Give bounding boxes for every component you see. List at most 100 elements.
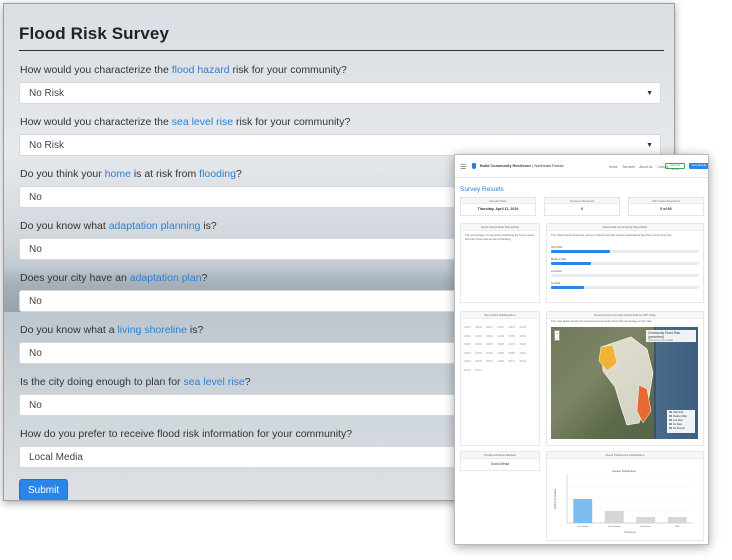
zip-code-item: 32086 xyxy=(497,351,504,355)
legend-title-text: Community Flood Risk (perceived) xyxy=(648,331,681,339)
zip-code-item: 32065 xyxy=(486,343,493,347)
nav-links: Home Services About Us Contact xyxy=(609,165,672,169)
zip-code-list: 32003 32009 32011 32033 32034 32038 3204… xyxy=(461,319,539,377)
nav-link-home[interactable]: Home xyxy=(609,165,618,169)
select-value: No xyxy=(29,296,42,307)
zip-code-item: 32003 xyxy=(464,326,471,329)
zip-code-item: 32091 xyxy=(519,351,527,355)
risk-bar-row: Low Risk xyxy=(551,270,699,277)
map-zoom-control[interactable]: + − xyxy=(554,330,560,341)
chart-bar xyxy=(604,511,624,523)
question-term-link[interactable]: adaptation planning xyxy=(109,220,201,232)
flood-risk-map[interactable]: + − Community Flood Risk (perceived) clic… xyxy=(551,327,698,439)
select-value: No xyxy=(29,244,42,255)
select-value: Local Media xyxy=(29,452,83,463)
map-legend: High Risk Medium Risk Low Risk No Data No Re… xyxy=(667,410,695,433)
hamburger-menu-icon[interactable]: ☰ xyxy=(460,163,466,171)
composite-stage: Flood Risk Survey How would you characte… xyxy=(0,0,732,560)
question-text: ? xyxy=(235,168,242,180)
question-term-link[interactable]: sea level rise xyxy=(172,116,233,128)
chart-title: Answer Distribution xyxy=(612,469,637,473)
select-value: No xyxy=(29,192,42,203)
legend-swatch xyxy=(669,423,672,426)
results-brand[interactable]: Build Community Resilience | Northeast F… xyxy=(480,164,564,168)
risk-bar-row: Medium Risk xyxy=(551,258,699,265)
nav-link-services[interactable]: Services xyxy=(622,165,634,169)
question-term-link[interactable]: home xyxy=(105,168,131,180)
brand-rest: | Northeast Florida xyxy=(531,164,564,168)
zip-code-item: 32081 xyxy=(464,351,471,355)
question-text: How would you characterize the xyxy=(20,64,172,76)
question-term-link[interactable]: living shoreline xyxy=(117,324,186,336)
question-text: Do you know what xyxy=(20,220,109,232)
question-term-link[interactable]: flood hazard xyxy=(172,64,230,76)
stat-value: 0 of 80 xyxy=(660,207,672,211)
risk-bar-track xyxy=(551,250,699,253)
zip-code-item: 32046 xyxy=(497,334,504,338)
distribution-card: Flood Preference Distribution Answer Dis… xyxy=(546,451,704,541)
x-tick-label: Local Media xyxy=(577,526,590,528)
question-term-link[interactable]: sea level rise xyxy=(183,376,244,388)
select-value: No xyxy=(29,400,42,411)
question-text: Does your city have an xyxy=(20,272,130,284)
zip-code-item: 32084 xyxy=(486,351,493,355)
legend-label: Low Risk xyxy=(673,419,683,422)
question-term-link[interactable]: adaptation plan xyxy=(130,272,202,284)
results-navbar: ☰ Build Community Resilience | Northeast… xyxy=(455,155,708,178)
stat-surveys-received: Surveys Received 0 xyxy=(544,197,620,216)
question-text: How do you prefer to receive flood risk … xyxy=(20,428,353,440)
zip-code-item: 32073 xyxy=(508,343,516,347)
zip-code-item: 32063 xyxy=(475,343,482,347)
question-2-label: How would you characterize the sea level… xyxy=(20,115,664,129)
distribution-chart: Answer Distribution Local Media Social Med… xyxy=(551,467,697,535)
zip-code-item: 32095 xyxy=(475,360,482,364)
question-text: risk for your community? xyxy=(233,116,351,128)
card-text: The chart below shows the percent of flo… xyxy=(551,233,672,237)
select-value: No xyxy=(29,348,42,359)
survey-title: Flood Risk Survey xyxy=(19,24,664,51)
legend-swatch xyxy=(669,411,672,414)
take-survey-button[interactable]: Take the Survey xyxy=(665,163,685,171)
zip-code-item: 32011 xyxy=(486,326,493,329)
zip-code-item: 32050 xyxy=(508,334,516,338)
risk-bar-fill xyxy=(551,262,591,265)
card-text: The map below shows the perceived commun… xyxy=(551,319,653,323)
legend-swatch xyxy=(669,427,672,430)
question-text: How would you characterize the xyxy=(20,116,172,128)
preferred-news-card: Preferred News Method Social Media xyxy=(460,451,540,471)
results-window: ☰ Build Community Resilience | Northeast… xyxy=(454,154,709,545)
submit-button[interactable]: Submit xyxy=(19,479,69,500)
map-legend-title: Community Flood Risk (perceived) click a… xyxy=(646,330,696,342)
legend-label: High Risk xyxy=(673,411,684,414)
select-value: No Risk xyxy=(29,88,65,99)
nav-link-about[interactable]: About Us xyxy=(639,165,652,169)
card-header: Home Flood Risk Perception xyxy=(461,224,539,231)
view-results-button[interactable]: View Results xyxy=(689,163,708,169)
card-header: Flood Preference Distribution xyxy=(547,452,703,459)
risk-bar-fill xyxy=(551,286,584,289)
zip-code-item: 32058 xyxy=(464,343,471,347)
legend-label: No Results xyxy=(673,427,685,430)
card-header: Perceived Community Flood Risk by ZIP Co… xyxy=(547,312,703,319)
zip-code-item: 32087 xyxy=(508,351,516,355)
legend-swatch xyxy=(669,415,672,418)
risk-bar-track xyxy=(551,286,699,289)
legend-subtitle: click a zip to see details xyxy=(648,339,674,342)
home-flood-risk-card: Home Flood Risk Perception The percentag… xyxy=(460,223,540,303)
zip-code-item: 32033 xyxy=(497,326,504,329)
zip-code-item: 32040 xyxy=(464,334,471,338)
question-text: risk for your community? xyxy=(229,64,347,76)
results-heading: Survey Results xyxy=(460,186,504,193)
card-header: Preferred News Method xyxy=(461,452,539,459)
question-term-link[interactable]: flooding xyxy=(199,168,236,180)
risk-bar-track xyxy=(551,274,699,277)
zip-code-item: 32044 xyxy=(486,334,493,338)
stat-value: Thursday, April 11, 2019 xyxy=(477,207,519,211)
question-1-select[interactable]: No Risk ▼ xyxy=(19,82,661,104)
chart-bar xyxy=(573,499,593,523)
zip-code-item: 32097 xyxy=(486,360,493,364)
zip-code-item: 32131 xyxy=(519,360,527,364)
x-tick-label: Mail xyxy=(675,526,680,528)
question-2-select[interactable]: No Risk ▼ xyxy=(19,134,661,156)
zip-code-item: 32134 xyxy=(464,368,471,372)
